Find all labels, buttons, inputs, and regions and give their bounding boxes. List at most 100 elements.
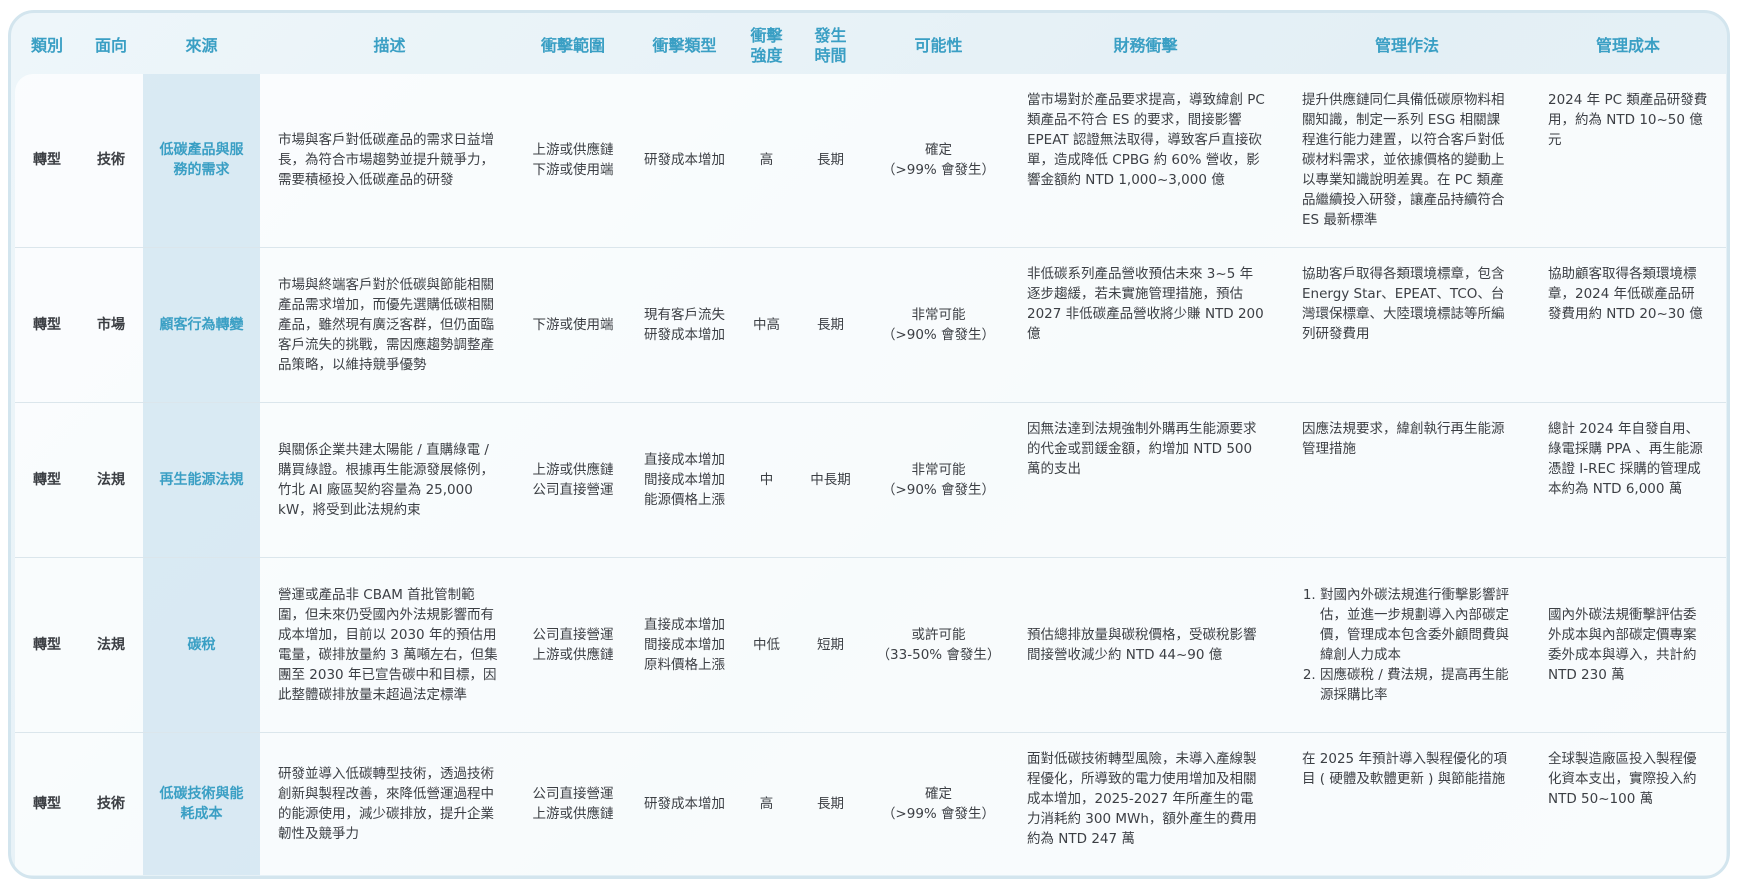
cell-financial-impact: 非低碳系列產品營收預估未來 3~5 年逐步趨緩，若未實施管理措施，預估 2027… bbox=[1007, 246, 1284, 402]
likelihood-level: 或許可能 bbox=[911, 626, 966, 643]
impact-type-line: 直接成本增加 bbox=[644, 451, 725, 468]
cell-management-cost: 協助顧客取得各類環境標章，2024 年低碳產品研發費用約 NTD 20~30 億 bbox=[1530, 246, 1726, 402]
likelihood-percent: （>99% 會發生） bbox=[881, 805, 996, 822]
impact-type-line: 研發成本增加 bbox=[644, 326, 725, 343]
table-row: 轉型 市場 顧客行為轉變 市場與終端客戶對於低碳與節能相關產品需求增加，而優先選… bbox=[15, 246, 1726, 402]
cell-aspect: 法規 bbox=[79, 401, 143, 557]
cell-category: 轉型 bbox=[15, 246, 79, 402]
impact-scope-line: 公司直接營運 bbox=[532, 785, 614, 802]
cell-management: 對國內外碳法規進行衝擊影響評估，並進一步規劃導入內部碳定價，管理成本包含委外顧問… bbox=[1284, 556, 1530, 732]
cell-description: 市場與終端客戶對於低碳與節能相關產品需求增加，而優先選購低碳相關產品，雖然現有廣… bbox=[260, 246, 519, 402]
cell-aspect: 市場 bbox=[79, 246, 143, 402]
cell-impact-scope: 公司直接營運 上游或供應鏈 bbox=[519, 556, 627, 732]
cell-category: 轉型 bbox=[15, 556, 79, 732]
header-timing: 發生 時間 bbox=[791, 17, 870, 74]
likelihood-level: 確定 bbox=[925, 785, 952, 802]
impact-scope-line: 公司直接營運 bbox=[532, 626, 614, 643]
cell-category: 轉型 bbox=[15, 74, 79, 247]
cell-intensity: 中低 bbox=[742, 556, 791, 732]
cell-management-cost: 總計 2024 年自發自用、綠電採購 PPA 、再生能源憑證 I-REC 採購的… bbox=[1530, 401, 1726, 557]
management-list: 對國內外碳法規進行衝擊影響評估，並進一步規劃導入內部碳定價，管理成本包含委外顧問… bbox=[1302, 585, 1512, 705]
table-frame: 類別 面向 來源 描述 衝擊範圍 衝擊類型 衝擊 強度 發生 時間 可能性 財務… bbox=[8, 10, 1730, 879]
cell-likelihood: 確定 （>99% 會發生） bbox=[870, 74, 1007, 247]
cell-likelihood: 或許可能 （33-50% 會發生） bbox=[870, 556, 1007, 732]
header-timing-line2: 時間 bbox=[814, 45, 847, 65]
cell-management: 提升供應鏈同仁具備低碳原物料相關知識，制定一系列 ESG 相關課程進行能力建置，… bbox=[1284, 74, 1530, 247]
header-financial-impact: 財務衝擊 bbox=[1113, 35, 1178, 55]
header-aspect: 面向 bbox=[94, 35, 127, 55]
likelihood-percent: （>90% 會發生） bbox=[881, 481, 996, 498]
impact-type-line: 間接成本增加 bbox=[644, 636, 725, 653]
cell-aspect: 法規 bbox=[79, 556, 143, 732]
cell-likelihood: 確定 （>99% 會發生） bbox=[870, 731, 1007, 875]
impact-scope-line: 上游或供應鏈 bbox=[532, 646, 614, 663]
likelihood-level: 確定 bbox=[925, 142, 952, 159]
table-row: 轉型 法規 再生能源法規 與關係企業共建太陽能 / 直購綠電 / 購買綠證。根據… bbox=[15, 401, 1726, 557]
cell-source: 碳稅 bbox=[143, 556, 260, 732]
cell-management-cost: 國內外碳法規衝擊評估委外成本與內部碳定價專案委外成本與導入，共計約 NTD 23… bbox=[1530, 556, 1726, 732]
header-impact-intensity: 衝擊 強度 bbox=[742, 17, 791, 74]
cell-impact-scope: 下游或使用端 bbox=[519, 246, 627, 402]
header-timing-line1: 發生 bbox=[814, 25, 847, 45]
cell-impact-type: 現有客戶流失 研發成本增加 bbox=[627, 246, 742, 402]
cell-impact-type: 直接成本增加 間接成本增加 原料價格上漲 bbox=[627, 556, 742, 732]
cell-category: 轉型 bbox=[15, 401, 79, 557]
header-row: 類別 面向 來源 描述 衝擊範圍 衝擊類型 衝擊 強度 發生 時間 可能性 財務… bbox=[15, 17, 1726, 74]
impact-type-line: 研發成本增加 bbox=[644, 152, 725, 169]
header-management: 管理作法 bbox=[1374, 35, 1439, 55]
cell-financial-impact: 因無法達到法規強制外購再生能源要求的代金或罰鍰金額，約增加 NTD 500 萬的… bbox=[1007, 401, 1284, 557]
likelihood-level: 非常可能 bbox=[911, 306, 966, 323]
cell-description: 與關係企業共建太陽能 / 直購綠電 / 購買綠證。根據再生能源發展條例，竹北 A… bbox=[260, 401, 519, 557]
management-list-item: 對國內外碳法規進行衝擊影響評估，並進一步規劃導入內部碳定價，管理成本包含委外顧問… bbox=[1320, 585, 1512, 665]
cell-timing: 長期 bbox=[791, 246, 870, 402]
climate-risk-table: 類別 面向 來源 描述 衝擊範圍 衝擊類型 衝擊 強度 發生 時間 可能性 財務… bbox=[15, 17, 1726, 875]
impact-scope-line: 上游或供應鏈 bbox=[532, 461, 614, 478]
cell-source: 低碳產品與服務的需求 bbox=[143, 74, 260, 247]
cell-impact-type: 研發成本增加 bbox=[627, 74, 742, 247]
header-likelihood: 可能性 bbox=[914, 35, 963, 55]
cell-timing: 長期 bbox=[791, 731, 870, 875]
cell-description: 營運或產品非 CBAM 首批管制範圍，但未來仍受國內外法規影響而有成本增加，目前… bbox=[260, 556, 519, 732]
header-impact-type: 衝擊類型 bbox=[652, 35, 717, 55]
impact-type-line: 直接成本增加 bbox=[644, 616, 725, 633]
cell-timing: 長期 bbox=[791, 74, 870, 247]
impact-type-line: 間接成本增加 bbox=[644, 471, 725, 488]
header-impact-intensity-line1: 衝擊 bbox=[750, 25, 783, 45]
header-management-cost: 管理成本 bbox=[1595, 35, 1660, 55]
cell-impact-scope: 上游或供應鏈 下游或使用端 bbox=[519, 74, 627, 247]
cell-source: 再生能源法規 bbox=[143, 401, 260, 557]
impact-scope-line: 下游或使用端 bbox=[532, 162, 614, 179]
cell-aspect: 技術 bbox=[79, 731, 143, 875]
cell-source: 低碳技術與能耗成本 bbox=[143, 731, 260, 875]
cell-intensity: 中高 bbox=[742, 246, 791, 402]
cell-impact-type: 直接成本增加 間接成本增加 能源價格上漲 bbox=[627, 401, 742, 557]
impact-type-line: 研發成本增加 bbox=[644, 795, 725, 812]
impact-type-line: 原料價格上漲 bbox=[644, 656, 725, 673]
cell-intensity: 高 bbox=[742, 731, 791, 875]
cell-impact-scope: 上游或供應鏈 公司直接營運 bbox=[519, 401, 627, 557]
impact-scope-line: 上游或供應鏈 bbox=[532, 805, 614, 822]
impact-type-line: 能源價格上漲 bbox=[644, 491, 725, 508]
cell-timing: 中長期 bbox=[791, 401, 870, 557]
table-row: 轉型 技術 低碳技術與能耗成本 研發並導入低碳轉型技術，透過技術創新與製程改善，… bbox=[15, 731, 1726, 875]
likelihood-level: 非常可能 bbox=[911, 461, 966, 478]
cell-management: 在 2025 年預計導入製程優化的項目 ( 硬體及軟體更新 ) 與節能措施 bbox=[1284, 731, 1530, 875]
impact-scope-line: 公司直接營運 bbox=[532, 481, 614, 498]
header-impact-intensity-line2: 強度 bbox=[750, 45, 783, 65]
header-impact-scope: 衝擊範圍 bbox=[540, 35, 605, 55]
cell-financial-impact: 面對低碳技術轉型風險，未導入產線製程優化，所導致的電力使用增加及相關成本增加，2… bbox=[1007, 731, 1284, 875]
cell-financial-impact: 預估總排放量與碳稅價格，受碳稅影響間接營收減少約 NTD 44~90 億 bbox=[1007, 556, 1284, 732]
header-description: 描述 bbox=[373, 35, 406, 55]
cell-likelihood: 非常可能 （>90% 會發生） bbox=[870, 401, 1007, 557]
likelihood-percent: （33-50% 會發生） bbox=[876, 646, 1001, 663]
cell-impact-type: 研發成本增加 bbox=[627, 731, 742, 875]
cell-management-cost: 2024 年 PC 類產品研發費用，約為 NTD 10~50 億元 bbox=[1530, 74, 1726, 247]
table-row: 轉型 法規 碳稅 營運或產品非 CBAM 首批管制範圍，但未來仍受國內外法規影響… bbox=[15, 556, 1726, 732]
cell-management: 因應法規要求，緯創執行再生能源管理措施 bbox=[1284, 401, 1530, 557]
impact-scope-line: 下游或使用端 bbox=[532, 316, 614, 333]
cell-financial-impact: 當市場對於產品要求提高，導致緯創 PC 類產品不符合 ES 的要求，間接影響 E… bbox=[1007, 74, 1284, 247]
cell-description: 市場與客戶對低碳產品的需求日益增長，為符合市場趨勢並提升競爭力，需要積極投入低碳… bbox=[260, 74, 519, 247]
cell-impact-scope: 公司直接營運 上游或供應鏈 bbox=[519, 731, 627, 875]
cell-management-cost: 全球製造廠區投入製程優化資本支出，實際投入約 NTD 50~100 萬 bbox=[1530, 731, 1726, 875]
header-category: 類別 bbox=[30, 35, 63, 55]
